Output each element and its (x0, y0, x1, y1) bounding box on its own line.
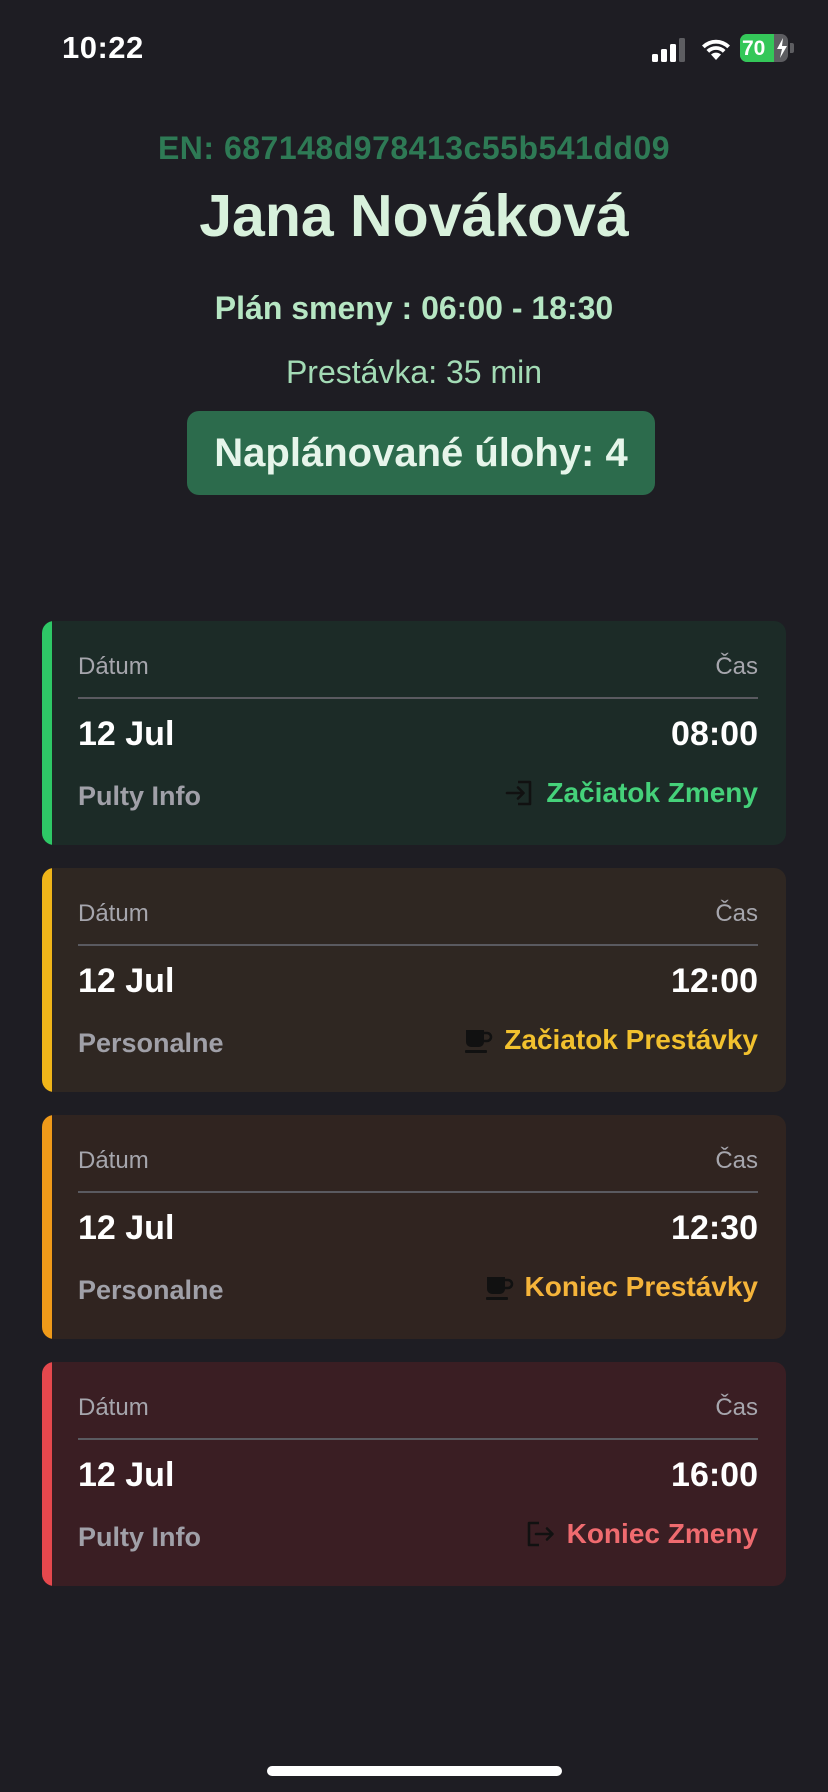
employee-header: EN: 687148d978413c55b541dd09 Jana Nováko… (0, 120, 828, 495)
card-location: Personalne (78, 1028, 224, 1058)
card-date: 12 Jul (78, 1209, 175, 1247)
login-icon (506, 780, 532, 806)
date-column-label: Dátum (78, 653, 149, 680)
shift-plan: Plán smeny : 06:00 - 18:30 (214, 290, 614, 326)
card-date: 12 Jul (78, 962, 175, 1000)
time-column-label: Čas (715, 1147, 758, 1174)
card-event-label: Koniec Prestávky (524, 1271, 758, 1302)
card-event: Začiatok Prestávky (462, 1024, 758, 1056)
card-date: 12 Jul (78, 1456, 175, 1494)
card-time: 08:00 (671, 715, 758, 753)
logout-icon (527, 1521, 554, 1547)
card-location: Pulty Info (78, 781, 201, 811)
battery-icon: 70 (740, 34, 794, 62)
schedule-card-shift-end[interactable]: Dátum Čas 12 Jul 16:00 Pulty Info Koniec… (42, 1362, 786, 1586)
card-event: Začiatok Zmeny (504, 777, 758, 809)
time-column-label: Čas (715, 1394, 758, 1421)
home-indicator[interactable] (267, 1766, 562, 1776)
battery-percent: 70 (742, 37, 766, 60)
time-column-label: Čas (715, 653, 758, 680)
card-date: 12 Jul (78, 715, 175, 753)
card-event-label: Začiatok Zmeny (546, 777, 758, 808)
charging-bolt-icon (777, 38, 787, 58)
date-column-label: Dátum (78, 900, 149, 927)
card-location: Personalne (78, 1275, 224, 1305)
card-divider (78, 1438, 758, 1440)
card-divider (78, 697, 758, 699)
card-accent-bar (42, 1362, 52, 1586)
card-event-label: Začiatok Prestávky (504, 1024, 758, 1055)
date-column-label: Dátum (78, 1147, 149, 1174)
card-divider (78, 944, 758, 946)
card-time: 12:30 (671, 1209, 758, 1247)
coffee-icon (485, 1277, 513, 1300)
wifi-icon (702, 39, 730, 60)
card-divider (78, 1191, 758, 1193)
card-event: Koniec Prestávky (483, 1271, 758, 1303)
card-accent-bar (42, 868, 52, 1092)
time-column-label: Čas (715, 900, 758, 927)
card-time: 12:00 (671, 962, 758, 1000)
scheduled-tasks-badge: Naplánované úlohy: 4 (187, 411, 655, 495)
date-column-label: Dátum (78, 1394, 149, 1421)
card-time: 16:00 (671, 1456, 758, 1494)
card-location: Pulty Info (78, 1522, 201, 1552)
status-bar: 10:22 70 (0, 0, 828, 100)
employee-number: EN: 687148d978413c55b541dd09 (157, 130, 671, 166)
employee-name: Jana Nováková (199, 183, 629, 249)
schedule-card-break-start[interactable]: Dátum Čas 12 Jul 12:00 Personalne Začiat… (42, 868, 786, 1092)
card-accent-bar (42, 1115, 52, 1339)
coffee-icon (465, 1030, 493, 1053)
cellular-signal-icon (652, 38, 685, 62)
status-time: 10:22 (62, 30, 144, 65)
card-event: Koniec Zmeny (525, 1518, 758, 1550)
break-info: Prestávka: 35 min (285, 354, 543, 390)
card-event-label: Koniec Zmeny (566, 1518, 758, 1549)
schedule-card-break-end[interactable]: Dátum Čas 12 Jul 12:30 Personalne Koniec… (42, 1115, 786, 1339)
card-accent-bar (42, 621, 52, 845)
schedule-card-shift-start[interactable]: Dátum Čas 12 Jul 08:00 Pulty Info Začiat… (42, 621, 786, 845)
